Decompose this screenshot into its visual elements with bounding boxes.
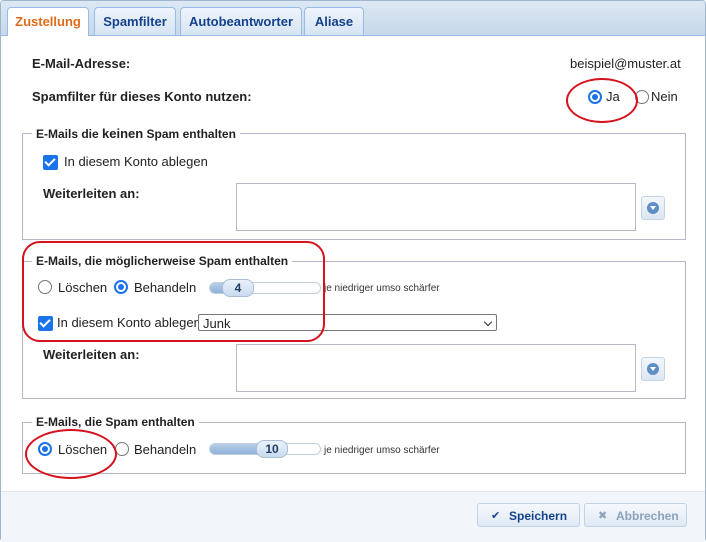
annotation-circle-maybe-spam — [22, 241, 325, 342]
tab-zustellung[interactable]: Zustellung — [7, 7, 89, 36]
settings-window: Zustellung Spamfilter Autobeantworter Al… — [0, 0, 706, 542]
tab-autobeantworter[interactable]: Autobeantworter — [180, 7, 302, 35]
spam-handle-label[interactable]: Behandeln — [134, 442, 196, 457]
spam-level-thumb[interactable]: 10 — [256, 440, 288, 458]
tab-spamfilter[interactable]: Spamfilter — [94, 7, 176, 35]
tab-aliase[interactable]: Aliase — [304, 7, 364, 35]
spamfilter-label: Spamfilter für dieses Konto nutzen: — [32, 89, 252, 104]
no-spam-forward-label: Weiterleiten an: — [43, 186, 140, 201]
annotation-circle-yes — [566, 78, 638, 123]
maybe-spam-forward-input[interactable] — [236, 344, 636, 392]
tab-bar: Zustellung Spamfilter Autobeantworter Al… — [1, 1, 705, 36]
cancel-button[interactable]: ✖ Abbrechen — [584, 503, 687, 527]
dialog-footer: ✔ Speichern ✖ Abbrechen — [1, 491, 705, 542]
spam-level-fill — [210, 444, 260, 454]
spam-legend: E-Mails, die Spam enthalten — [32, 415, 199, 429]
no-spam-forward-dropdown-button[interactable] — [641, 196, 665, 220]
checkmark-icon: ✔ — [491, 510, 501, 522]
no-spam-legend: E-Mails die keinen Spam enthalten — [32, 126, 240, 141]
spamfilter-no-label[interactable]: Nein — [651, 89, 678, 104]
no-spam-forward-input[interactable] — [236, 183, 636, 231]
email-address-value: beispiel@muster.at — [570, 56, 681, 71]
maybe-spam-forward-dropdown-button[interactable] — [641, 357, 665, 381]
save-button[interactable]: ✔ Speichern — [477, 503, 580, 527]
no-spam-store-label[interactable]: In diesem Konto ablegen — [64, 154, 208, 169]
maybe-spam-forward-label: Weiterleiten an: — [43, 347, 140, 362]
spam-handle-radio[interactable] — [115, 442, 129, 456]
annotation-circle-spam-delete — [25, 429, 117, 479]
email-address-label: E-Mail-Adresse: — [32, 56, 131, 71]
maybe-spam-level-hint: je niedriger umso schärfer — [324, 283, 440, 294]
spam-level-slider[interactable]: 10 — [209, 440, 321, 458]
cross-icon: ✖ — [598, 510, 608, 522]
no-spam-store-checkbox[interactable] — [43, 155, 58, 170]
chevron-down-icon — [483, 317, 493, 327]
spam-level-hint: je niedriger umso schärfer — [324, 445, 440, 456]
